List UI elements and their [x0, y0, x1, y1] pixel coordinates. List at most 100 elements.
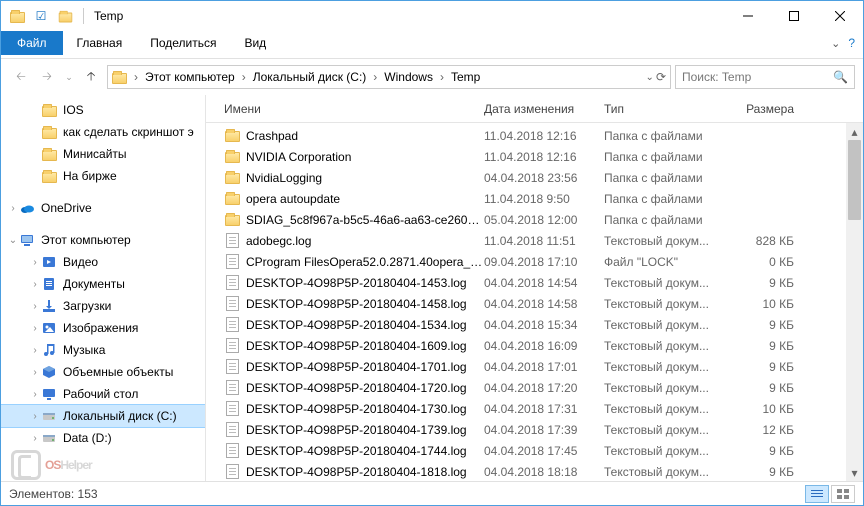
maximize-button[interactable] — [771, 1, 817, 31]
address-root-icon[interactable] — [110, 66, 129, 88]
file-date: 04.04.2018 23:56 — [484, 171, 604, 185]
tree-item-label: OneDrive — [41, 201, 92, 215]
file-type: Текстовый докум... — [604, 339, 734, 353]
search-icon[interactable]: 🔍 — [833, 70, 848, 84]
file-row[interactable]: DESKTOP-4O98P5P-20180404-1701.log 04.04.… — [206, 356, 846, 377]
vertical-scrollbar[interactable]: ▴ ▾ — [846, 123, 863, 481]
scroll-down-icon[interactable]: ▾ — [846, 464, 863, 481]
file-row[interactable]: DESKTOP-4O98P5P-20180404-1818.log 04.04.… — [206, 461, 846, 481]
file-row[interactable]: DESKTOP-4O98P5P-20180404-1453.log 04.04.… — [206, 272, 846, 293]
file-list: Имени Дата изменения Тип Размера Crashpa… — [206, 95, 863, 481]
address-bar[interactable]: › Этот компьютер › Локальный диск (C:) ›… — [107, 65, 671, 89]
expand-icon[interactable]: › — [29, 301, 41, 312]
navigation-pane[interactable]: IOS как сделать скриншот э Минисайты На … — [1, 95, 206, 481]
chevron-right-icon[interactable]: › — [435, 70, 449, 84]
file-row[interactable]: adobegc.log 11.04.2018 11:51 Текстовый д… — [206, 230, 846, 251]
search-input[interactable]: Поиск: Temp 🔍 — [675, 65, 855, 89]
file-icon — [224, 275, 240, 291]
nav-up-button[interactable]: 🡡 — [79, 65, 103, 89]
close-button[interactable] — [817, 1, 863, 31]
file-row[interactable]: Crashpad 11.04.2018 12:16 Папка с файлам… — [206, 125, 846, 146]
expand-icon[interactable]: › — [29, 279, 41, 290]
file-row[interactable]: DESKTOP-4O98P5P-20180404-1534.log 04.04.… — [206, 314, 846, 335]
expand-icon[interactable]: ⌄ — [7, 235, 19, 246]
tree-item[interactable]: › Документы — [1, 273, 205, 295]
expand-icon[interactable]: › — [29, 433, 41, 444]
tree-item[interactable]: › Музыка — [1, 339, 205, 361]
crumb-temp[interactable]: Temp — [449, 66, 482, 88]
file-row[interactable]: NvidiaLogging 04.04.2018 23:56 Папка с ф… — [206, 167, 846, 188]
file-name: SDIAG_5c8f967a-b5c5-46a6-aa63-ce260af... — [246, 213, 484, 227]
nav-recent-button[interactable]: ⌄ — [61, 65, 77, 89]
file-row[interactable]: SDIAG_5c8f967a-b5c5-46a6-aa63-ce260af...… — [206, 209, 846, 230]
file-name: CProgram FilesOpera52.0.2871.40opera_a..… — [246, 255, 484, 269]
tree-item[interactable]: ⌄ Этот компьютер — [1, 229, 205, 251]
view-icons-button[interactable] — [831, 485, 855, 503]
file-icon — [224, 380, 240, 396]
expand-icon[interactable]: › — [29, 257, 41, 268]
expand-icon[interactable]: › — [7, 203, 19, 214]
tree-item[interactable]: › OneDrive — [1, 197, 205, 219]
address-dropdown-icon[interactable]: ⌄ — [646, 72, 654, 83]
tab-home[interactable]: Главная — [63, 31, 137, 55]
chevron-right-icon[interactable]: › — [237, 70, 251, 84]
nav-back-button[interactable]: 🡠 — [9, 65, 33, 89]
scroll-up-icon[interactable]: ▴ — [846, 123, 863, 140]
tab-share[interactable]: Поделиться — [136, 31, 230, 55]
chevron-right-icon[interactable]: › — [368, 70, 382, 84]
refresh-icon[interactable]: ⟳ — [656, 70, 666, 84]
ribbon-expand-icon[interactable]: ⌄ — [831, 37, 840, 50]
file-row[interactable]: CProgram FilesOpera52.0.2871.40opera_a..… — [206, 251, 846, 272]
expand-icon[interactable]: › — [29, 323, 41, 334]
file-row[interactable]: NVIDIA Corporation 11.04.2018 12:16 Папк… — [206, 146, 846, 167]
scroll-thumb[interactable] — [848, 140, 861, 220]
expand-icon[interactable]: › — [29, 411, 41, 422]
tree-item[interactable]: как сделать скриншот э — [1, 121, 205, 143]
column-size[interactable]: Размера — [734, 102, 804, 116]
file-row[interactable]: DESKTOP-4O98P5P-20180404-1730.log 04.04.… — [206, 398, 846, 419]
file-row[interactable]: DESKTOP-4O98P5P-20180404-1744.log 04.04.… — [206, 440, 846, 461]
file-size: 9 КБ — [734, 360, 804, 374]
tree-item[interactable]: › Объемные объекты — [1, 361, 205, 383]
file-type: Текстовый докум... — [604, 465, 734, 479]
tree-item[interactable]: › Data (D:) — [1, 427, 205, 449]
qat-properties-icon[interactable]: ☑ — [33, 8, 49, 24]
file-row[interactable]: opera autoupdate 11.04.2018 9:50 Папка с… — [206, 188, 846, 209]
tree-item[interactable]: IOS — [1, 99, 205, 121]
file-row[interactable]: DESKTOP-4O98P5P-20180404-1739.log 04.04.… — [206, 419, 846, 440]
file-row[interactable]: DESKTOP-4O98P5P-20180404-1609.log 04.04.… — [206, 335, 846, 356]
file-name: DESKTOP-4O98P5P-20180404-1720.log — [246, 381, 467, 395]
chevron-right-icon[interactable]: › — [129, 70, 143, 84]
crumb-drive[interactable]: Локальный диск (C:) — [251, 66, 369, 88]
tree-item-label: Музыка — [63, 343, 105, 357]
file-date: 11.04.2018 9:50 — [484, 192, 604, 206]
file-name: DESKTOP-4O98P5P-20180404-1744.log — [246, 444, 467, 458]
expand-icon[interactable]: › — [29, 367, 41, 378]
tree-item[interactable]: › Рабочий стол — [1, 383, 205, 405]
tab-file[interactable]: Файл — [1, 31, 63, 55]
expand-icon[interactable]: › — [29, 389, 41, 400]
ribbon-help-icon[interactable]: ? — [848, 36, 855, 50]
minimize-button[interactable] — [725, 1, 771, 31]
file-row[interactable]: DESKTOP-4O98P5P-20180404-1720.log 04.04.… — [206, 377, 846, 398]
tree-item[interactable]: › Видео — [1, 251, 205, 273]
file-row[interactable]: DESKTOP-4O98P5P-20180404-1458.log 04.04.… — [206, 293, 846, 314]
tree-item[interactable]: Минисайты — [1, 143, 205, 165]
crumb-thispc[interactable]: Этот компьютер — [143, 66, 237, 88]
qat-new-folder-icon[interactable] — [57, 8, 73, 24]
tree-item[interactable]: › Локальный диск (C:) — [1, 405, 205, 427]
nav-forward-button[interactable]: 🡢 — [35, 65, 59, 89]
tree-item[interactable]: На бирже — [1, 165, 205, 187]
expand-icon[interactable]: › — [29, 345, 41, 356]
crumb-windows[interactable]: Windows — [382, 66, 435, 88]
file-size: 828 КБ — [734, 234, 804, 248]
tree-item[interactable]: › Изображения — [1, 317, 205, 339]
column-date[interactable]: Дата изменения — [484, 102, 604, 116]
folder-icon — [41, 124, 57, 140]
file-name: DESKTOP-4O98P5P-20180404-1739.log — [246, 423, 467, 437]
column-type[interactable]: Тип — [604, 102, 734, 116]
tree-item[interactable]: › Загрузки — [1, 295, 205, 317]
tab-view[interactable]: Вид — [230, 31, 280, 55]
view-details-button[interactable] — [805, 485, 829, 503]
column-name[interactable]: Имени — [224, 102, 484, 116]
